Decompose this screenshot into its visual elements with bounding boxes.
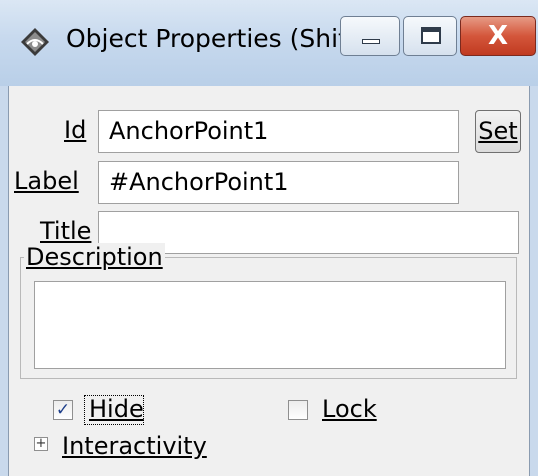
window-frame-right [530,86,538,476]
window-frame-left [0,86,8,476]
close-button[interactable]: X [460,16,536,56]
set-button[interactable]: Set [475,110,521,153]
interactivity-expander[interactable]: Interactivity [62,432,207,460]
title-bar[interactable]: Object Properties (Shif... X [0,0,538,86]
object-properties-window: Object Properties (Shif... X Id AnchorPo… [0,0,538,476]
lock-checkbox[interactable] [288,400,308,420]
window-title: Object Properties (Shif... [66,24,369,53]
maximize-button[interactable] [403,16,457,56]
expand-icon[interactable]: + [34,437,48,451]
hide-label[interactable]: Hide [89,395,144,423]
lock-label[interactable]: Lock [322,395,377,423]
label-input[interactable]: #AnchorPoint1 [98,161,459,204]
id-label: Id [64,116,87,144]
description-textarea[interactable] [34,281,506,369]
label-label: Label [14,167,79,195]
id-input[interactable]: AnchorPoint1 [98,110,459,153]
minimize-button[interactable] [340,16,400,56]
maximize-icon [421,27,441,44]
description-label: Description [24,243,165,271]
minimize-icon [362,39,380,44]
close-icon: X [487,21,509,51]
hide-checkbox[interactable]: ✓ [53,400,73,420]
app-icon [21,28,49,56]
title-label: Title [40,217,92,245]
